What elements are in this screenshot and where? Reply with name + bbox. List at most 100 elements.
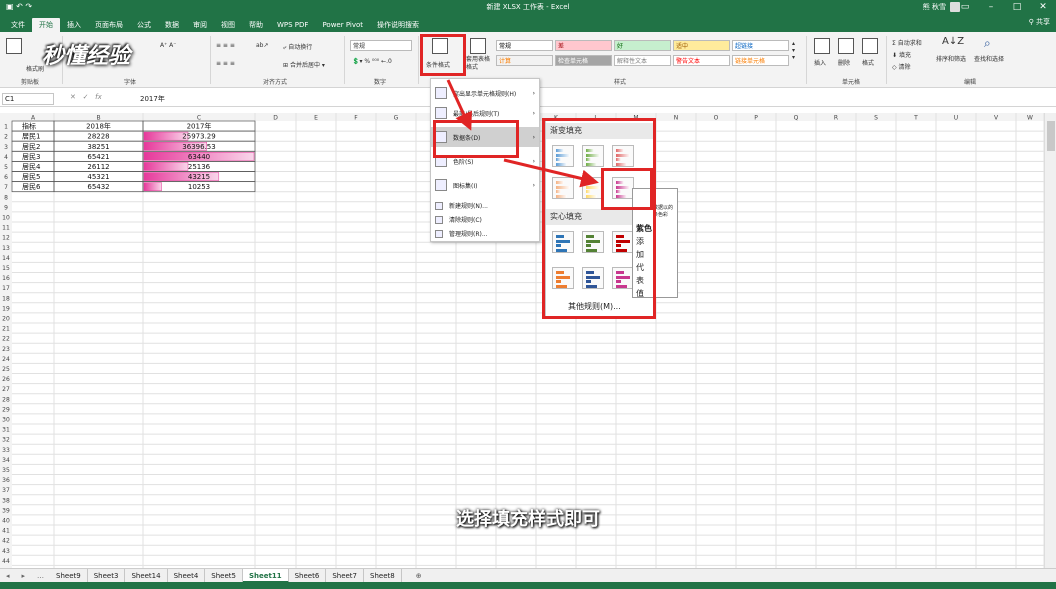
close-icon[interactable]: ✕ bbox=[1030, 0, 1056, 15]
table-cell[interactable]: 36396.53 bbox=[182, 143, 215, 151]
tab-11[interactable]: 操作说明搜索 bbox=[370, 18, 426, 32]
table-cell[interactable]: 2017年 bbox=[187, 122, 212, 131]
tab-3[interactable]: 页面布局 bbox=[88, 18, 130, 32]
share-button[interactable]: ⚲ 共享 bbox=[1029, 17, 1050, 27]
clear-button[interactable]: ◇ 清除 bbox=[892, 62, 911, 71]
sheet-tab-Sheet8[interactable]: Sheet8 bbox=[364, 568, 402, 583]
gallery-scroll-icon[interactable]: ▴ ▾ ▾ bbox=[792, 40, 795, 61]
sheet-tab-Sheet5[interactable]: Sheet5 bbox=[205, 568, 243, 583]
cell-style-3[interactable]: 适中 bbox=[673, 40, 730, 51]
cell-style-1[interactable]: 差 bbox=[555, 40, 612, 51]
cf-menu-item-4[interactable]: 图标集(I) › bbox=[431, 175, 539, 195]
row-header[interactable]: 13 bbox=[2, 245, 10, 252]
insert-cells-icon[interactable] bbox=[814, 38, 830, 54]
row-header[interactable]: 34 bbox=[2, 457, 10, 464]
column-header-D[interactable]: D bbox=[273, 115, 278, 122]
column-header-F[interactable]: F bbox=[354, 115, 358, 122]
table-cell[interactable]: 25136 bbox=[188, 163, 211, 171]
column-header-S[interactable]: S bbox=[874, 115, 878, 122]
column-header-C[interactable]: C bbox=[197, 115, 201, 122]
row-header[interactable]: 14 bbox=[2, 255, 10, 262]
column-header-B[interactable]: B bbox=[96, 115, 100, 122]
table-cell[interactable]: 居民5 bbox=[22, 173, 40, 181]
table-cell[interactable]: 25973.29 bbox=[182, 133, 215, 141]
row-header[interactable]: 2 bbox=[4, 134, 8, 141]
column-header-P[interactable]: P bbox=[754, 115, 758, 122]
cf-menu-small-item-1[interactable]: 清除规则(C) bbox=[431, 213, 539, 226]
row-header[interactable]: 36 bbox=[2, 477, 10, 484]
add-sheet-icon[interactable]: ⊕ bbox=[402, 572, 436, 580]
row-header[interactable]: 5 bbox=[4, 164, 8, 171]
cell-style-5[interactable]: 计算 bbox=[496, 55, 553, 66]
number-format-select[interactable]: 常规 bbox=[350, 40, 412, 51]
tab-5[interactable]: 数据 bbox=[158, 18, 186, 32]
autosum-button[interactable]: Σ 自动求和 bbox=[892, 38, 922, 47]
column-header-E[interactable]: E bbox=[314, 115, 318, 122]
table-cell[interactable]: 居民2 bbox=[22, 143, 40, 151]
align-left-icon[interactable]: ≡ ≡ ≡ bbox=[216, 60, 235, 67]
tab-1[interactable]: 开始 bbox=[32, 18, 60, 32]
align-top-icon[interactable]: ≡ ≡ ≡ bbox=[216, 42, 235, 49]
row-header[interactable]: 29 bbox=[2, 406, 10, 413]
row-header[interactable]: 43 bbox=[2, 548, 10, 555]
row-header[interactable]: 37 bbox=[2, 487, 10, 494]
row-header[interactable]: 8 bbox=[4, 194, 8, 201]
tab-8[interactable]: 帮助 bbox=[242, 18, 270, 32]
row-header[interactable]: 35 bbox=[2, 467, 10, 474]
save-icon[interactable]: ▣ bbox=[6, 2, 14, 11]
row-header[interactable]: 40 bbox=[2, 518, 10, 525]
cancel-icon[interactable]: ✕ bbox=[70, 93, 76, 101]
cell-style-4[interactable]: 超链接 bbox=[732, 40, 789, 51]
fx-icon[interactable]: fx bbox=[95, 93, 102, 101]
row-header[interactable]: 28 bbox=[2, 396, 10, 403]
row-header[interactable]: 19 bbox=[2, 305, 10, 312]
tab-6[interactable]: 审阅 bbox=[186, 18, 214, 32]
row-header[interactable]: 20 bbox=[2, 316, 10, 323]
cell-style-0[interactable]: 常规 bbox=[496, 40, 553, 51]
table-cell[interactable]: 居民1 bbox=[22, 133, 40, 141]
table-cell[interactable]: 居民4 bbox=[22, 163, 41, 171]
row-header[interactable]: 17 bbox=[2, 285, 10, 292]
row-header[interactable]: 31 bbox=[2, 427, 10, 434]
column-header-W[interactable]: W bbox=[1027, 115, 1033, 122]
percent-button[interactable]: 💲▾ % ⁰⁰⁰ ←.0 bbox=[352, 58, 392, 65]
row-header[interactable]: 30 bbox=[2, 417, 10, 424]
table-cell[interactable]: 居民3 bbox=[22, 153, 40, 161]
sheet-tab-Sheet11[interactable]: Sheet11 bbox=[243, 568, 289, 583]
table-cell[interactable]: 2018年 bbox=[86, 122, 111, 131]
enter-icon[interactable]: ✓ bbox=[83, 93, 89, 101]
cell-style-6[interactable]: 检查单元格 bbox=[555, 55, 612, 66]
column-header-U[interactable]: U bbox=[954, 115, 958, 122]
row-header[interactable]: 38 bbox=[2, 497, 10, 504]
paste-icon[interactable] bbox=[6, 38, 22, 54]
minimize-icon[interactable]: – bbox=[978, 0, 1004, 15]
row-header[interactable]: 18 bbox=[2, 295, 10, 302]
sheet-tab-Sheet7[interactable]: Sheet7 bbox=[326, 568, 365, 583]
name-box[interactable]: C1 bbox=[2, 93, 54, 105]
scroll-thumb[interactable] bbox=[1047, 121, 1055, 151]
tab-4[interactable]: 公式 bbox=[130, 18, 158, 32]
tab-2[interactable]: 插入 bbox=[60, 18, 88, 32]
table-format-button[interactable]: 套用表格格式 bbox=[466, 56, 494, 72]
sheet-tab-Sheet4[interactable]: Sheet4 bbox=[168, 568, 206, 583]
sheet-tab-Sheet9[interactable]: Sheet9 bbox=[50, 568, 88, 583]
row-header[interactable]: 10 bbox=[2, 215, 10, 222]
row-header[interactable]: 6 bbox=[4, 174, 8, 181]
table-cell[interactable]: 居民6 bbox=[22, 183, 41, 191]
row-header[interactable]: 1 bbox=[4, 124, 8, 131]
cf-menu-small-item-0[interactable]: 新建规则(N)... bbox=[431, 199, 539, 212]
sort-filter-button[interactable]: 排序和筛选 bbox=[936, 54, 966, 63]
table-cell[interactable]: 63440 bbox=[188, 153, 210, 161]
redo-icon[interactable]: ↷ bbox=[25, 2, 32, 11]
cell-style-2[interactable]: 好 bbox=[614, 40, 671, 51]
table-cell[interactable]: 38251 bbox=[87, 143, 109, 151]
merge-center-button[interactable]: ⊞ 合并后居中 ▾ bbox=[283, 60, 325, 69]
table-cell[interactable]: 指标 bbox=[22, 122, 36, 131]
table-cell[interactable]: 65432 bbox=[87, 183, 109, 191]
column-header-Q[interactable]: Q bbox=[794, 115, 799, 122]
row-header[interactable]: 4 bbox=[4, 154, 8, 161]
sheet-tab-Sheet14[interactable]: Sheet14 bbox=[125, 568, 168, 583]
row-header[interactable]: 23 bbox=[2, 346, 10, 353]
row-header[interactable]: 24 bbox=[2, 356, 10, 363]
row-header[interactable]: 7 bbox=[4, 184, 8, 191]
